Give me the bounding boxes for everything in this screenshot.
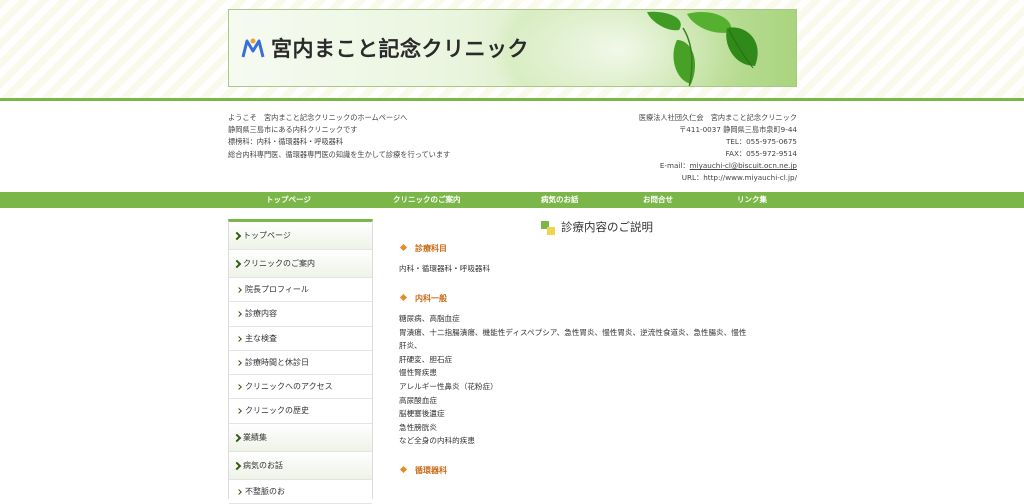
section-line: 胃潰瘍、十二指腸潰瘍、機能性ディスペプシア、急性胃炎、慢性胃炎、逆流性食道炎、急… [399,327,747,337]
sidebar-item-medical-services[interactable]: 診療内容 [229,302,372,327]
intro-text: ようこそ 宮内まこと記念クリニックのホームページへ 静岡県三島市にある内科クリニ… [228,112,450,161]
section-line: 肝炎、 [399,341,422,351]
nav-top-page[interactable]: トップページ [266,192,311,208]
section-body: 糖尿病、高脂血症 胃潰瘍、十二指腸潰瘍、機能性ディスペプシア、急性胃炎、慢性胃炎… [399,312,799,448]
section-line: 高尿酸血症 [399,395,437,405]
contact-org: 医療法人社団久仁会 宮内まこと記念クリニック [638,113,797,122]
section-heading: 内科一般 [399,293,447,304]
intro-line: 標榜科：内科・循環器科・呼吸器科 [228,137,344,147]
sidebar-item-top-page[interactable]: トップページ [229,222,372,250]
sidebar-menu: トップページ クリニックのご案内 院長プロフィール 診療内容 主な検査 診療時間… [228,219,373,504]
contact-tel: TEL：055-975-0675 [725,137,797,147]
leaves-decoration-icon [647,11,758,86]
sidebar-item-history[interactable]: クリニックの歴史 [229,399,372,424]
intro-line: 静岡県三島市にある内科クリニックです [228,125,358,135]
page-title: 診療内容のご説明 [561,220,653,234]
diamond-bullet-icon [399,293,408,302]
sidebar-item-arrhythmia[interactable]: 不整脈のお [229,480,372,504]
section-heading: 循環器科 [399,465,447,476]
contact-info: 医療法人社団久仁会 宮内まこと記念クリニック 〒411-0037 静岡県三島市泉… [639,112,797,185]
diamond-bullet-icon [399,243,408,252]
contact-url: URL：http://www.miyauchi-cl.jp/ [681,173,797,183]
intro-line: 総合内科専門医、循環器専門医の知識を生かして診療を行っています [228,149,451,159]
intro-line: ようこそ 宮内まこと記念クリニックのホームページへ [228,113,408,122]
header-divider [0,98,1024,101]
nav-clinic-guide[interactable]: クリニックのご案内 [393,192,461,208]
section-heading: 診療科目 [399,243,447,254]
section-line: 内科・循環器科・呼吸器科 [399,264,491,273]
contact-fax: FAX：055-972-9514 [725,149,797,159]
site-banner[interactable]: 宮内まこと記念クリニック [228,9,797,87]
global-nav: トップページ クリニックのご案内 病気のお話 お問合せ リンク集 [0,192,1024,208]
section-line: など全身の内科的疾患 [399,436,475,446]
sidebar-item-access[interactable]: クリニックへのアクセス [229,375,372,400]
email-link[interactable]: miyauchi-cl@biscuit.ocn.ne.jp [690,161,797,170]
nav-disease-talk[interactable]: 病気のお話 [541,192,579,208]
email-label: E-mail： [659,161,690,171]
section-line: 脳梗塞後遺症 [399,409,445,419]
section-line: アレルギー性鼻炎（花粉症） [399,381,498,391]
section-line: 急性膀胱炎 [399,422,437,432]
section-line: 慢性腎疾患 [399,368,437,378]
contact-email-row: E-mail：miyauchi-cl@biscuit.ocn.ne.jp [639,160,797,172]
contact-address: 〒411-0037 静岡県三島市泉町9-44 [679,125,797,135]
title-squares-icon [541,221,555,235]
sidebar-item-hours[interactable]: 診療時間と休診日 [229,351,372,376]
section-line: 肝硬変、胆石症 [399,354,453,364]
sidebar-item-clinic-guide[interactable]: クリニックのご案内 [229,250,372,278]
section-line: 糖尿病、高脂血症 [399,314,460,323]
diamond-bullet-icon [399,465,408,474]
sidebar-item-director-profile[interactable]: 院長プロフィール [229,278,372,303]
sidebar-item-main-tests[interactable]: 主な検査 [229,327,372,351]
nav-contact[interactable]: お問合せ [643,192,673,208]
nav-links[interactable]: リンク集 [737,192,767,208]
sidebar-item-disease-talk[interactable]: 病気のお話 [229,451,372,480]
clinic-logo-icon [241,38,265,58]
clinic-name: 宮内まこと記念クリニック [271,37,529,61]
section-body: 内科・循環器科・呼吸器科 [399,262,799,276]
sidebar-item-achievements[interactable]: 業績集 [229,423,372,452]
